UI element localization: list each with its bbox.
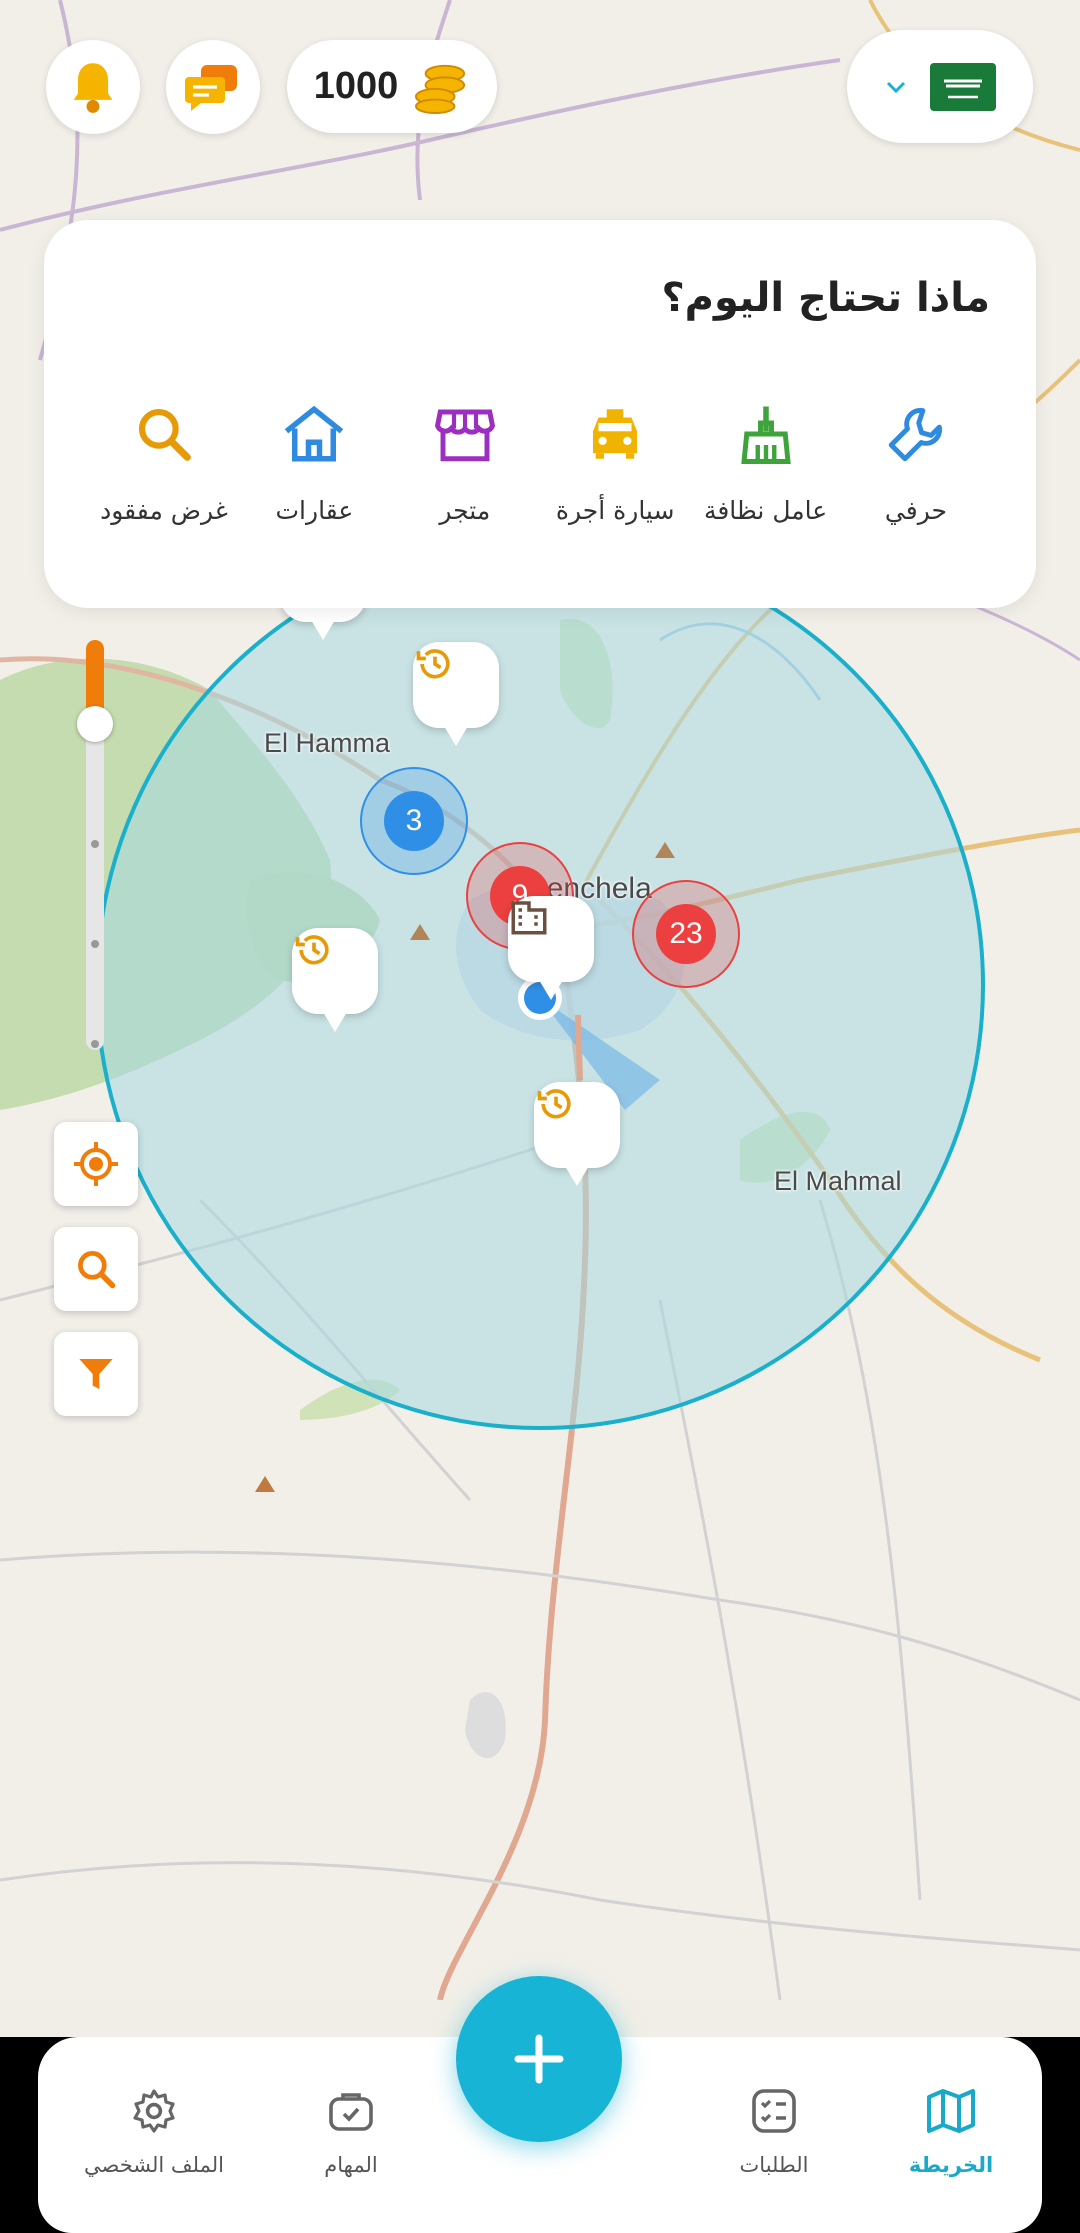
add-button[interactable]: [456, 1976, 622, 2142]
filter-icon: [79, 1359, 113, 1389]
broom-icon: [730, 398, 802, 470]
building-icon: [511, 901, 547, 935]
notifications-button[interactable]: [46, 40, 140, 134]
store-icon: [429, 398, 501, 470]
history-icon: [416, 649, 450, 679]
card-title: ماذا تحتاج اليوم؟: [661, 275, 990, 321]
zoom-slider-handle[interactable]: [77, 706, 113, 742]
zoom-slider[interactable]: [77, 640, 113, 1050]
service-label: غرض مفقود: [100, 496, 228, 525]
map-label-el-mahmal: El Mahmal: [774, 1166, 902, 1196]
services-card: ماذا تحتاج اليوم؟ حرفي عامل نظافة سيارة …: [44, 220, 1036, 608]
house-icon: [278, 398, 350, 470]
history-marker[interactable]: [292, 928, 378, 1032]
bell-icon: [73, 63, 113, 113]
map-label-el-hamma: El Hamma: [264, 728, 391, 758]
briefcase-icon: [329, 2093, 373, 2131]
service-label: سيارة أجرة: [555, 496, 675, 525]
wrench-icon: [880, 398, 952, 470]
map-icon: [927, 2089, 975, 2133]
zoom-tick: [91, 840, 99, 848]
services-list: حرفي عامل نظافة سيارة أجرة متجر عقارات غ…: [90, 398, 990, 548]
zoom-tick: [91, 940, 99, 948]
service-store[interactable]: متجر: [391, 398, 539, 548]
chevron-down-icon: [886, 81, 906, 93]
service-craftsman[interactable]: حرفي: [842, 398, 990, 548]
checklist-icon: [752, 2089, 796, 2133]
taxi-icon: [579, 398, 651, 470]
saudi-flag-icon: [930, 62, 996, 111]
history-marker[interactable]: [413, 642, 499, 746]
messages-button[interactable]: [166, 40, 260, 134]
nav-item-requests[interactable]: الطلبات: [674, 2087, 874, 2177]
history-marker[interactable]: [534, 1082, 620, 1186]
cluster-marker[interactable]: 23: [632, 880, 740, 988]
service-taxi[interactable]: سيارة أجرة: [541, 398, 689, 548]
nav-label: المهام: [324, 2153, 378, 2177]
chat-icon: [185, 65, 237, 111]
service-label: حرفي: [884, 496, 947, 525]
service-label: عقارات: [275, 496, 354, 525]
nav-label: الطلبات: [739, 2153, 809, 2177]
zoom-tick: [91, 1040, 99, 1048]
coins-value: 1000: [313, 65, 399, 107]
service-lost-item[interactable]: غرض مفقود: [90, 398, 238, 548]
building-marker[interactable]: [508, 896, 594, 1000]
coins-icon: [415, 64, 466, 114]
service-real-estate[interactable]: عقارات: [240, 398, 388, 548]
nav-item-map[interactable]: الخريطة: [851, 2087, 1051, 2177]
crosshair-icon: [74, 1142, 118, 1186]
plus-icon: [514, 2034, 564, 2084]
language-selector[interactable]: [847, 30, 1033, 143]
service-label: متجر: [439, 496, 491, 525]
search-icon: [128, 398, 200, 470]
nav-item-profile[interactable]: الملف الشخصي: [54, 2087, 254, 2177]
map-search-button[interactable]: [54, 1227, 138, 1311]
filter-button[interactable]: [54, 1332, 138, 1416]
coins-balance[interactable]: 1000: [287, 40, 497, 133]
nav-label: الخريطة: [908, 2153, 994, 2177]
search-icon: [78, 1251, 116, 1289]
service-cleaner[interactable]: عامل نظافة: [692, 398, 840, 548]
history-icon: [295, 935, 329, 965]
cluster-count: 23: [656, 904, 716, 964]
nav-label: الملف الشخصي: [84, 2153, 224, 2177]
locate-me-button[interactable]: [54, 1122, 138, 1206]
history-icon: [537, 1089, 571, 1119]
cluster-marker[interactable]: 3: [360, 767, 468, 875]
nav-item-tasks[interactable]: المهام: [251, 2087, 451, 2177]
service-label: عامل نظافة: [703, 496, 828, 525]
gear-icon: [133, 2089, 175, 2133]
cluster-count: 3: [384, 791, 444, 851]
